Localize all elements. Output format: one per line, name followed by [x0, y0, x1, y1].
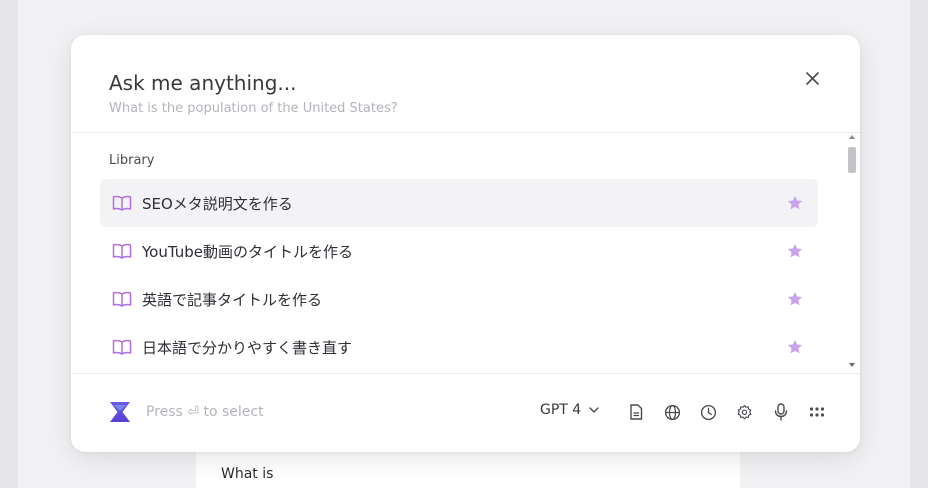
command-palette: What is the population of the United Sta…	[71, 35, 860, 452]
library-item[interactable]: 英語で記事タイトルを作る	[100, 275, 818, 323]
globe-icon[interactable]	[663, 403, 681, 421]
book-icon	[112, 241, 132, 261]
star-icon[interactable]	[786, 290, 804, 308]
scroll-down-arrow-icon[interactable]	[849, 363, 855, 367]
grid-icon[interactable]	[808, 403, 826, 421]
document-icon[interactable]	[627, 403, 645, 421]
select-hint: Press ⏎ to select	[146, 404, 264, 420]
chevron-down-icon	[589, 407, 599, 413]
book-icon	[112, 289, 132, 309]
prompt-input[interactable]	[109, 71, 709, 95]
library-title: Library	[109, 153, 155, 168]
library-item[interactable]: 日本語で分かりやすく書き直す	[100, 323, 818, 371]
book-icon	[112, 193, 132, 213]
library-list: SEOメタ説明文を作る YouTube動画のタイトルを作る 英語で記事タイトルを	[100, 179, 818, 371]
book-icon	[112, 337, 132, 357]
model-label: GPT 4	[540, 402, 582, 418]
library-panel: Library SEOメタ説明文を作る YouTube動画のタイトルを作る 英語…	[71, 133, 860, 373]
library-item-label: SEOメタ説明文を作る	[142, 194, 293, 213]
close-button[interactable]	[799, 65, 825, 91]
clock-icon[interactable]	[699, 403, 717, 421]
library-item-label: 日本語で分かりやすく書き直す	[142, 338, 353, 357]
prompt-hint: What is the population of the United Sta…	[109, 101, 398, 116]
footer-bar: Press ⏎ to select GPT 4	[71, 374, 860, 452]
logo-icon	[108, 400, 132, 424]
star-icon[interactable]	[786, 194, 804, 212]
scroll-thumb[interactable]	[848, 147, 856, 173]
scroll-up-arrow-icon[interactable]	[849, 135, 855, 139]
background-document-text: What is	[221, 466, 274, 482]
star-icon[interactable]	[786, 242, 804, 260]
library-item-label: 英語で記事タイトルを作る	[142, 290, 323, 309]
library-item[interactable]: YouTube動画のタイトルを作る	[100, 227, 818, 275]
library-item-label: YouTube動画のタイトルを作る	[142, 242, 353, 261]
close-icon	[805, 71, 819, 85]
gear-icon[interactable]	[735, 403, 753, 421]
microphone-icon[interactable]	[772, 403, 790, 421]
scrollbar[interactable]	[848, 135, 856, 371]
library-item[interactable]: SEOメタ説明文を作る	[100, 179, 818, 227]
model-selector[interactable]: GPT 4	[540, 402, 599, 418]
star-icon[interactable]	[786, 338, 804, 356]
